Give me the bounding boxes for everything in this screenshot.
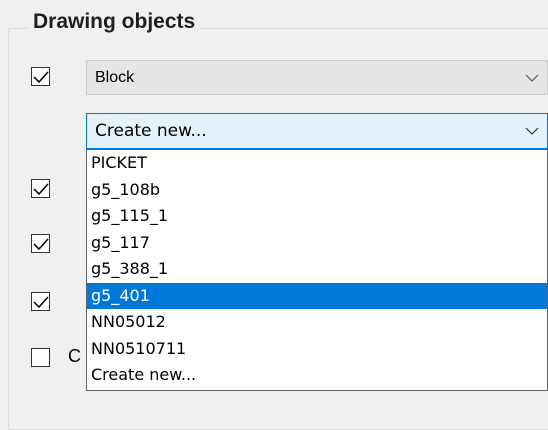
dropdown-item[interactable]: g5_115_1 bbox=[87, 203, 547, 230]
option-label-5: C bbox=[68, 346, 81, 366]
dropdown-item[interactable]: PICKET bbox=[87, 150, 547, 177]
chevron-down-icon[interactable] bbox=[517, 127, 547, 135]
dropdown-item[interactable]: NN05012 bbox=[87, 309, 547, 336]
block-checkbox[interactable] bbox=[31, 67, 50, 86]
dropdown-item[interactable]: NN0510711 bbox=[87, 336, 547, 363]
object-select-value: Create new... bbox=[95, 121, 207, 141]
object-select[interactable]: Create new... bbox=[86, 113, 548, 149]
dropdown-item[interactable]: g5_117 bbox=[87, 230, 547, 257]
checkmark-icon bbox=[33, 238, 49, 251]
dropdown-item-selected[interactable]: g5_401 bbox=[87, 282, 547, 309]
block-select[interactable]: Block bbox=[86, 60, 548, 95]
option-checkbox-4[interactable] bbox=[31, 292, 50, 311]
option-checkbox-3[interactable] bbox=[31, 234, 50, 253]
object-dropdown-list: PICKET g5_108b g5_115_1 g5_117 g5_388_1 … bbox=[86, 149, 548, 391]
checkmark-icon bbox=[33, 71, 49, 84]
dropdown-item-create-new[interactable]: Create new... bbox=[87, 362, 547, 389]
block-select-value: Block bbox=[95, 68, 135, 86]
chevron-down-icon[interactable] bbox=[517, 74, 547, 82]
checkmark-icon bbox=[33, 183, 49, 196]
option-checkbox-2[interactable] bbox=[31, 179, 50, 198]
group-title: Drawing objects bbox=[28, 10, 201, 34]
checkmark-icon bbox=[33, 296, 49, 309]
dropdown-item[interactable]: g5_388_1 bbox=[87, 256, 547, 283]
dropdown-item[interactable]: g5_108b bbox=[87, 177, 547, 204]
option-checkbox-5[interactable] bbox=[31, 348, 50, 367]
